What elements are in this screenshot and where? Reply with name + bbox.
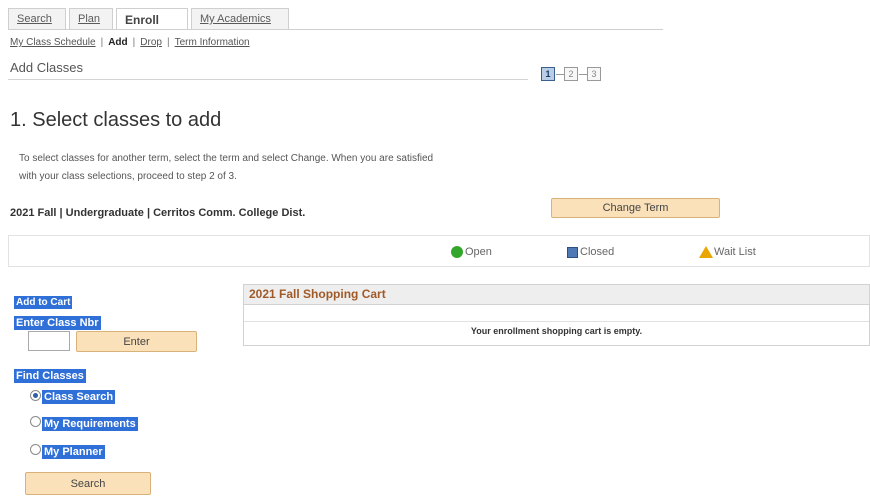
search-button[interactable]: Search — [25, 472, 151, 495]
change-term-button[interactable]: Change Term — [551, 198, 720, 218]
link-add-current: Add — [108, 37, 128, 48]
link-term-information[interactable]: Term Information — [175, 37, 250, 48]
add-to-cart-label: Add to Cart — [14, 296, 73, 309]
tab-my-academics[interactable]: My Academics — [191, 8, 289, 30]
step-3-indicator: 3 — [587, 67, 601, 81]
step-connector — [579, 74, 587, 75]
tab-enroll[interactable]: Enroll — [116, 8, 188, 30]
separator: | — [166, 37, 170, 48]
instructions-line-2: with your class selections, proceed to s… — [19, 171, 237, 182]
step-1-indicator: 1 — [541, 67, 555, 81]
separator: | — [132, 37, 136, 48]
find-classes-label: Find Classes — [14, 369, 86, 383]
tab-divider — [8, 29, 663, 30]
legend-wait-list-label: Wait List — [714, 246, 756, 258]
shopping-cart-header-row — [244, 305, 869, 322]
step-connector — [556, 74, 564, 75]
tab-search[interactable]: Search — [8, 8, 66, 30]
instructions-line-1: To select classes for another term, sele… — [19, 153, 434, 164]
separator: | — [100, 37, 104, 48]
enter-button[interactable]: Enter — [76, 331, 197, 352]
legend-closed-label: Closed — [580, 246, 615, 258]
legend-closed: Closed — [567, 246, 614, 258]
enroll-sublinks: My Class Schedule | Add | Drop | Term Informat… — [10, 37, 250, 48]
my-planner-option[interactable]: My Planner — [42, 442, 105, 460]
class-nbr-input[interactable] — [28, 331, 70, 351]
enter-class-nbr-label: Enter Class Nbr — [14, 316, 101, 330]
class-search-option[interactable]: Class Search — [42, 387, 116, 405]
shopping-cart-empty-message: Your enrollment shopping cart is empty. — [470, 326, 643, 336]
legend-wait-list: Wait List — [699, 246, 756, 258]
open-status-icon — [451, 246, 463, 258]
title-divider — [8, 79, 528, 80]
link-my-class-schedule[interactable]: My Class Schedule — [10, 37, 96, 48]
wait-list-status-icon — [699, 246, 713, 258]
legend-open-label: Open — [465, 246, 492, 258]
my-requirements-radio[interactable] — [30, 416, 41, 427]
my-requirements-option[interactable]: My Requirements — [42, 414, 138, 432]
section-heading: 1. Select classes to add — [10, 109, 222, 131]
link-drop[interactable]: Drop — [140, 37, 162, 48]
shopping-cart-panel: 2021 Fall Shopping Cart Your enrollment … — [243, 284, 870, 346]
shopping-cart-title: 2021 Fall Shopping Cart — [244, 285, 869, 305]
tab-plan[interactable]: Plan — [69, 8, 113, 30]
term-label: 2021 Fall | Undergraduate | Cerritos Com… — [10, 207, 306, 219]
legend-open: Open — [451, 246, 492, 258]
closed-status-icon — [567, 246, 578, 258]
my-planner-radio[interactable] — [30, 444, 41, 455]
class-search-radio[interactable] — [30, 390, 41, 401]
page-title: Add Classes — [10, 60, 83, 75]
step-2-indicator: 2 — [564, 67, 578, 81]
